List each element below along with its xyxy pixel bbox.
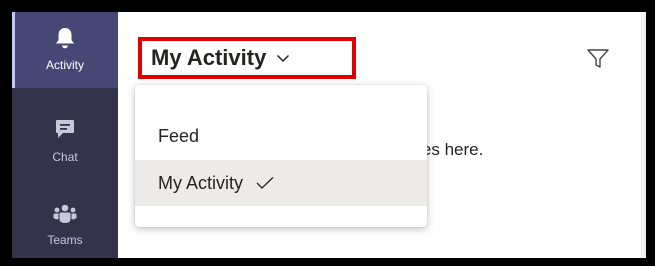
bell-icon <box>12 26 118 50</box>
teams-icon <box>12 204 118 224</box>
rail-item-label: Activity <box>45 58 84 72</box>
menu-item-feed[interactable]: Feed <box>135 113 427 159</box>
menu-item-my-activity[interactable]: My Activity <box>135 160 427 206</box>
rail-item-teams[interactable]: Teams <box>12 182 118 258</box>
checkmark-icon <box>255 176 275 190</box>
app-rail: Activity Chat Teams <box>12 12 118 258</box>
activity-view-dropdown[interactable]: My Activity <box>138 37 356 79</box>
page-title: My Activity <box>151 45 267 70</box>
rail-item-activity[interactable]: Activity <box>12 12 118 88</box>
chevron-down-icon <box>276 54 290 63</box>
menu-item-label: Feed <box>158 125 200 146</box>
chat-icon <box>12 118 118 140</box>
view-dropdown-menu: Feed My Activity <box>135 85 427 227</box>
active-indicator <box>12 12 15 88</box>
pane-divider <box>641 12 646 258</box>
teams-window: Activity Chat Teams My Activity ssages h… <box>12 12 646 258</box>
rail-item-chat[interactable]: Chat <box>12 98 118 174</box>
filter-icon[interactable] <box>586 48 610 75</box>
menu-item-label: My Activity <box>158 172 244 193</box>
rail-item-label: Chat <box>52 150 78 164</box>
rail-item-label: Teams <box>47 233 83 247</box>
